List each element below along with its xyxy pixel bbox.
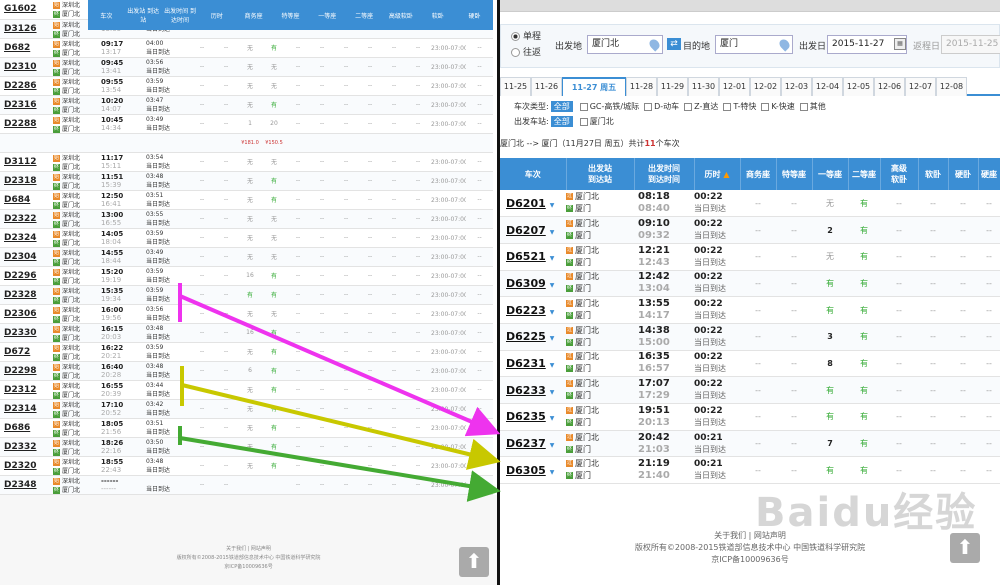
magenta-arrow — [178, 283, 501, 437]
green-arrow — [178, 426, 501, 502]
annotation-arrows — [178, 283, 501, 502]
